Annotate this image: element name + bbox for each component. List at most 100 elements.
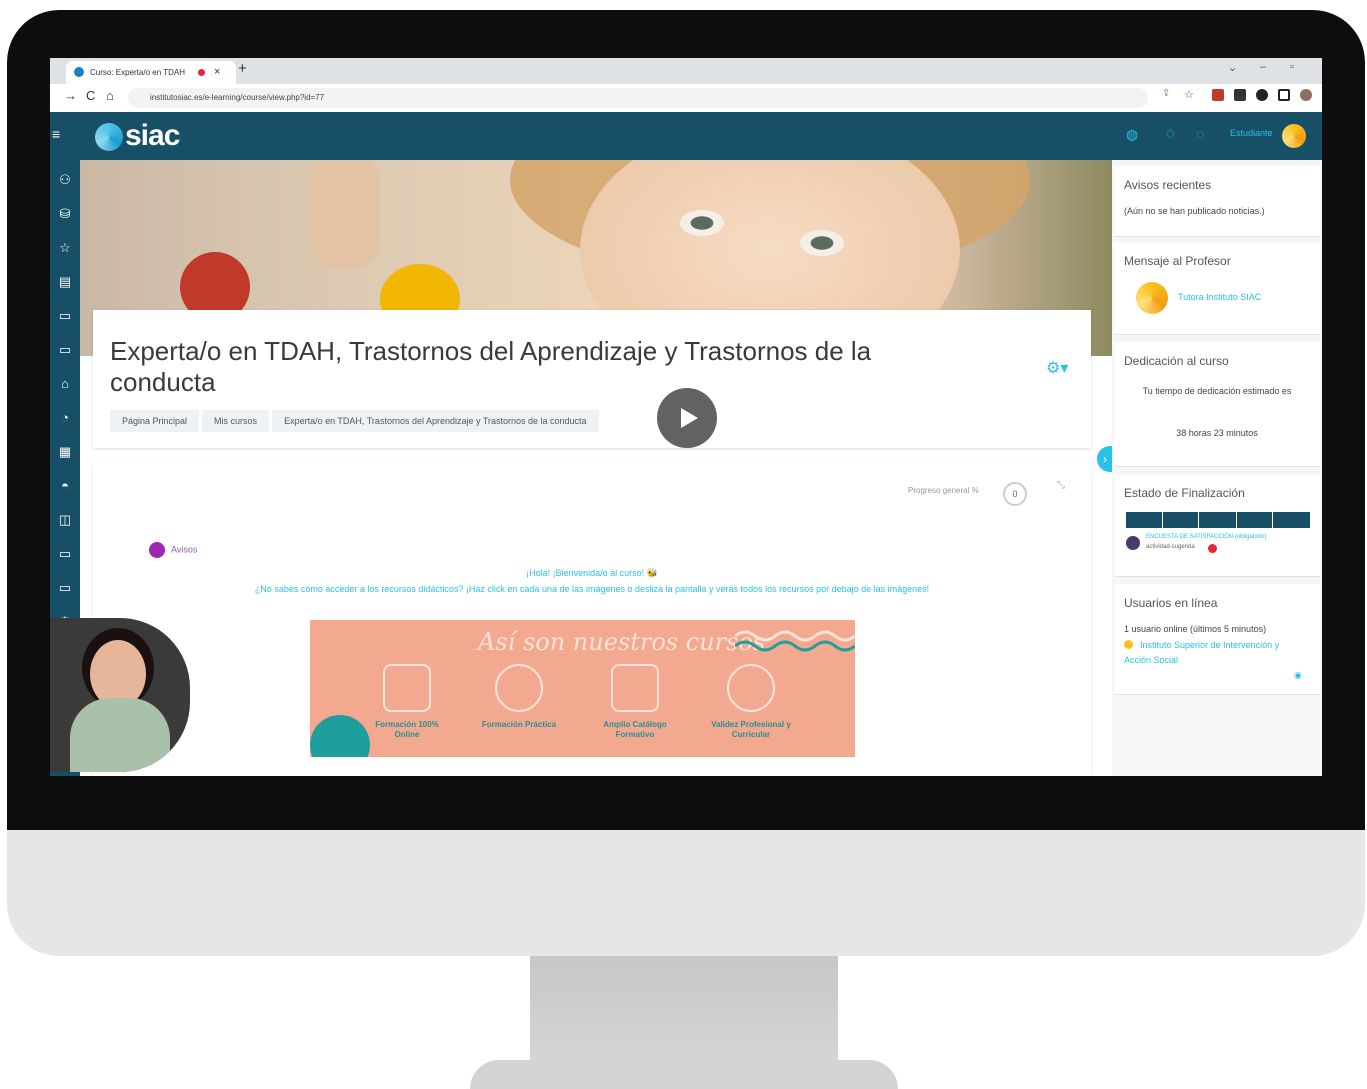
activity-icon [1126,536,1140,550]
extension-shield-icon[interactable] [1212,89,1224,101]
bookmark-star-icon[interactable]: ☆ [1184,88,1194,101]
extension-s-icon[interactable] [1234,89,1246,101]
grades-icon[interactable]: ▤ [50,274,80,290]
online-user-link[interactable]: Instituto Superior de Intervención y Acc… [1124,638,1304,668]
banner-item-practica[interactable]: Formación Práctica [474,664,564,730]
teacher-avatar [1136,282,1168,314]
participants-icon[interactable]: ⚇ [50,172,80,188]
maximize-icon[interactable]: ▫ [1290,61,1294,73]
tab-close-button[interactable]: × [214,61,220,84]
dedication-time: 38 horas 23 minutos [1176,428,1258,438]
profile-avatar-icon[interactable] [1300,89,1312,101]
browser-tab[interactable]: Curso: Experta/o en TDAH × [66,61,236,84]
avisos-forum-link[interactable]: Avisos [149,542,197,558]
tab-title: Curso: Experta/o en TDAH [90,68,186,77]
messages-icon[interactable]: ◌ [1196,126,1204,142]
block-dedicacion: Dedicación al curso Tu tiempo de dedicac… [1114,342,1320,467]
course-content: Progreso general % 0 ⤡ Avisos ¡Hola! ¡Bi… [93,462,1091,776]
collapse-all-icon[interactable]: ⤡ [1057,480,1065,491]
breadcrumb: Página Principal Mis cursos Experta/o en T… [110,410,602,432]
sidepanel-icon[interactable] [1278,89,1290,101]
folder-icon[interactable]: ▭ [50,308,80,324]
browser-toolbar: → C ⌂ institutosiac.es/e-learning/course… [50,84,1322,113]
siac-logo[interactable]: siac [95,119,180,153]
share-icon[interactable]: ⇪ [1162,88,1170,99]
help-text: ¿No sabes cómo acceder a los recursos di… [254,584,930,594]
right-blocks: Avisos recientes (Aún no se han publicad… [1112,160,1322,776]
breadcrumb-home[interactable]: Página Principal [110,410,200,432]
laptop-icon [383,664,431,712]
monitor-stand-base [470,1060,898,1089]
new-tab-button[interactable]: + [238,60,247,77]
banner-title: Así son nuestros cursos [478,628,766,656]
folder-icon[interactable]: ▭ [50,342,80,358]
dedication-text: Tu tiempo de dedicación estimado es [1142,386,1292,396]
banner-leaf-decoration [310,715,370,757]
folder-icon[interactable]: ▭ [50,546,80,562]
tab-search-icon[interactable]: ⌄ [1228,61,1237,74]
send-message-icon[interactable]: ◉ [1294,670,1302,681]
screen: Curso: Experta/o en TDAH × + ⌄ – ▫ → C ⌂… [50,58,1322,776]
block-title: Mensaje al Profesor [1124,254,1231,268]
block-drawer-toggle-icon[interactable]: › [1097,446,1113,472]
welcome-text: ¡Hola! ¡Bienvenida/o al curso! 🐝 [526,568,658,578]
logo-text: siac [125,119,180,152]
progress-value: 0 [1003,482,1027,506]
banner-item-online[interactable]: Formación 100% Online [362,664,452,740]
address-bar[interactable]: institutosiac.es/e-learning/course/view.… [128,88,1148,108]
course-features-banner[interactable]: Así son nuestros cursos Formación 100% O… [310,620,855,757]
banner-item-validez[interactable]: Validez Profesional y Curricular [706,664,796,740]
home-icon[interactable]: ⌂ [50,376,80,391]
favicon-icon [74,67,84,77]
recording-icon [198,69,205,76]
url-text: institutosiac.es/e-learning/course/view.… [150,93,325,102]
webcam-overlay [50,618,190,772]
completion-bar[interactable] [1126,512,1310,528]
survey-activity-link[interactable]: ENCUESTA DE SATISFACCIÓN (obligatorio) [1146,534,1266,540]
gears-head-icon [495,664,543,712]
course-header-card: Experta/o en TDAH, Trastornos del Aprend… [93,310,1091,448]
block-estado-finalizacion: Estado de Finalización ENCUESTA DE SATIS… [1114,474,1320,577]
no-news-text: (Aún no se han publicado noticias.) [1124,206,1265,216]
reload-button[interactable]: C [86,88,95,103]
banner-item-catalogo[interactable]: Amplio Catálogo Formativo [590,664,680,740]
browser-tabbar: Curso: Experta/o en TDAH × + ⌄ – ▫ [50,58,1322,84]
breadcrumb-my-courses[interactable]: Mis cursos [202,410,270,432]
block-usuarios-en-linea: Usuarios en línea 1 usuario online (últi… [1114,584,1320,695]
block-title: Estado de Finalización [1124,486,1245,500]
extensions-puzzle-icon[interactable] [1256,89,1268,101]
forward-button[interactable]: → [64,88,77,103]
notification-bell-icon[interactable]: ♢ [1164,126,1177,143]
activity-status: actividad-sugerida [1146,544,1195,550]
block-avisos-recientes: Avisos recientes (Aún no se han publicad… [1114,166,1320,237]
course-title: Experta/o en TDAH, Trastornos del Aprend… [110,336,872,397]
home-button[interactable]: ⌂ [106,88,114,103]
video-play-icon[interactable] [657,388,717,448]
certificate-badge-icon [727,664,775,712]
teacher-link[interactable]: Tutora Instituto SIAC [1178,292,1261,302]
forum-icon [149,542,165,558]
folder-icon[interactable]: ▭ [50,580,80,596]
breadcrumb-course[interactable]: Experta/o en TDAH, Trastornos del Aprend… [272,410,599,432]
catalog-icon [611,664,659,712]
siac-logo-icon [95,123,123,152]
graduation-icon[interactable]: ◓ [50,478,80,493]
dashboard-icon[interactable]: ◔ [50,410,80,425]
course-settings-gear-icon[interactable]: ⚙▾ [1046,358,1068,378]
user-role[interactable]: Estudiante [1230,128,1273,138]
block-title: Dedicación al curso [1124,354,1229,368]
calendar-icon[interactable]: ▦ [50,444,80,460]
files-icon[interactable]: ◫ [50,512,80,528]
minimize-icon[interactable]: – [1260,61,1266,73]
online-count: 1 usuario online (últimos 5 minutos) [1124,624,1267,634]
badges-icon[interactable]: ⛁ [50,206,80,222]
banner-wave-decoration [735,630,855,652]
menu-hamburger-icon[interactable]: ≡ [52,126,60,142]
globe-icon[interactable]: ◍ [1126,126,1138,143]
incomplete-icon [1208,544,1217,553]
user-avatar[interactable] [1282,124,1306,148]
block-mensaje-profesor: Mensaje al Profesor Tutora Instituto SIA… [1114,242,1320,335]
site-header: ≡ siac ◍ ♢ ◌ Estudiante [50,112,1322,160]
competencies-icon[interactable]: ☆ [50,240,80,256]
block-title: Avisos recientes [1124,178,1212,192]
